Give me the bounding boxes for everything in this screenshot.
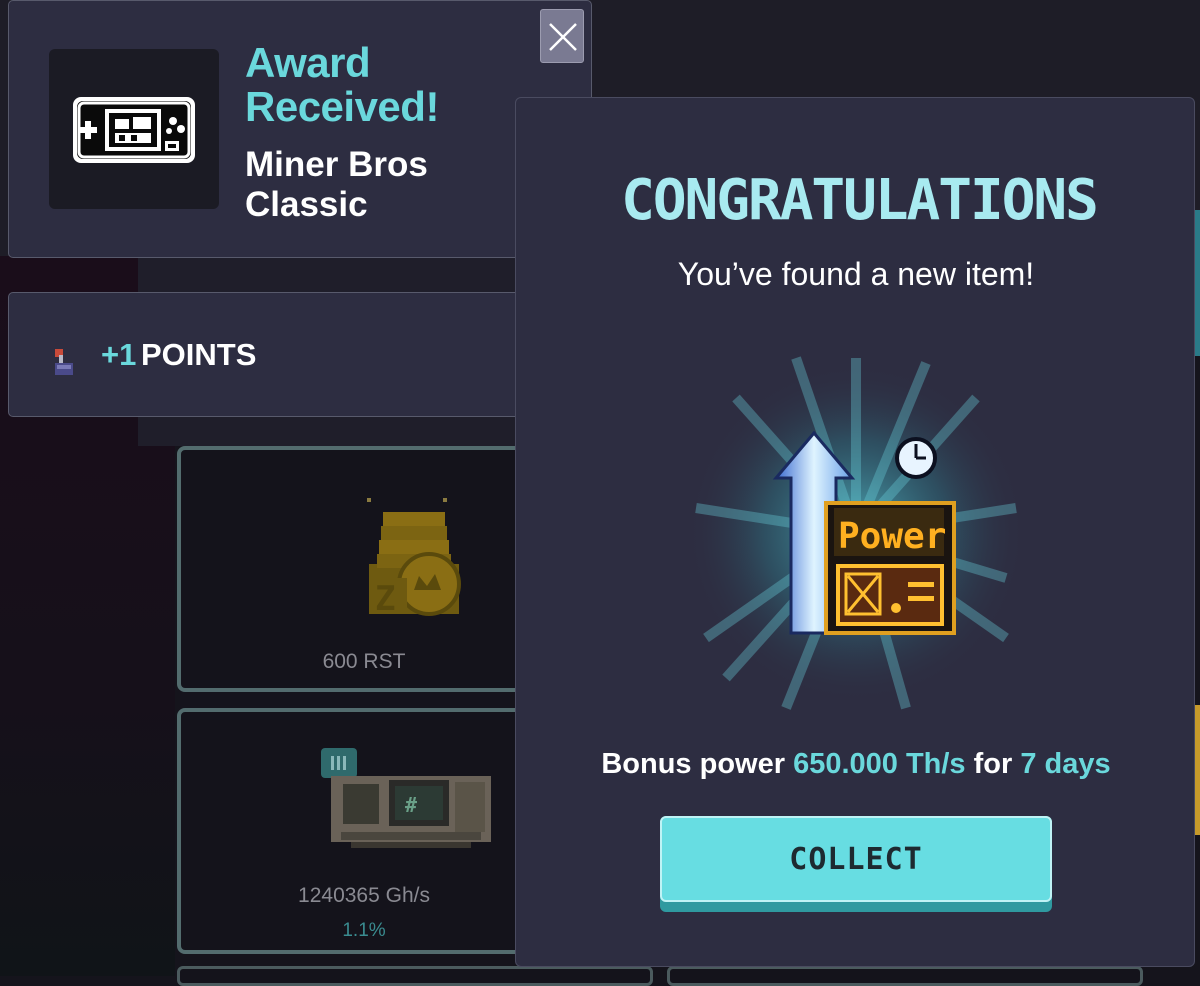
shop-card-partial[interactable]: [177, 966, 653, 986]
retro-computer-icon: #: [321, 748, 491, 848]
bonus-for: for: [973, 748, 1013, 780]
shop-card-partial[interactable]: [667, 966, 1143, 986]
bonus-duration: 7 days: [1020, 748, 1111, 780]
modal-title: CONGRATULATIONS: [621, 168, 1099, 233]
award-toast: Award Received! Miner Bros Classic: [8, 0, 592, 258]
shop-card-rst[interactable]: Z 600 RST: [177, 446, 545, 692]
card-caption: 600 RST: [322, 650, 406, 673]
points-amount: +1: [101, 337, 137, 372]
handheld-console-icon: [73, 97, 195, 163]
svg-text:Z: Z: [375, 579, 395, 619]
reward-modal: CONGRATULATIONS You’ve found a new item!: [515, 97, 1195, 967]
card-caption: 1240365 Gh/s: [298, 884, 430, 907]
power-label: Power: [838, 516, 946, 557]
collect-button[interactable]: COLLECT: [660, 816, 1052, 912]
points-toast: +1 POINTS: [8, 292, 592, 417]
joystick-icon: [55, 349, 73, 375]
close-icon: [549, 23, 577, 51]
bonus-prefix: Bonus power: [601, 748, 785, 780]
award-thumbnail: [49, 49, 219, 209]
bottom-cards: [177, 966, 1200, 986]
shop-card-miner[interactable]: # 1240365 Gh/s 1.1%: [177, 708, 545, 954]
bonus-value: 650.000 Th/s: [793, 748, 966, 780]
close-button[interactable]: [540, 9, 584, 63]
award-title: Award Received!: [245, 39, 439, 130]
bonus-description: Bonus power 650.000 Th/s for 7 days: [516, 748, 1196, 781]
points-label: POINTS: [141, 337, 257, 372]
svg-text:#: #: [405, 793, 417, 817]
collect-button-label: COLLECT: [660, 816, 1052, 902]
card-percent: 1.1%: [342, 920, 386, 941]
award-item-name: Miner Bros Classic: [245, 145, 428, 224]
modal-subtitle: You’ve found a new item!: [677, 256, 1035, 292]
power-boost-icon: Power: [686, 356, 1026, 710]
